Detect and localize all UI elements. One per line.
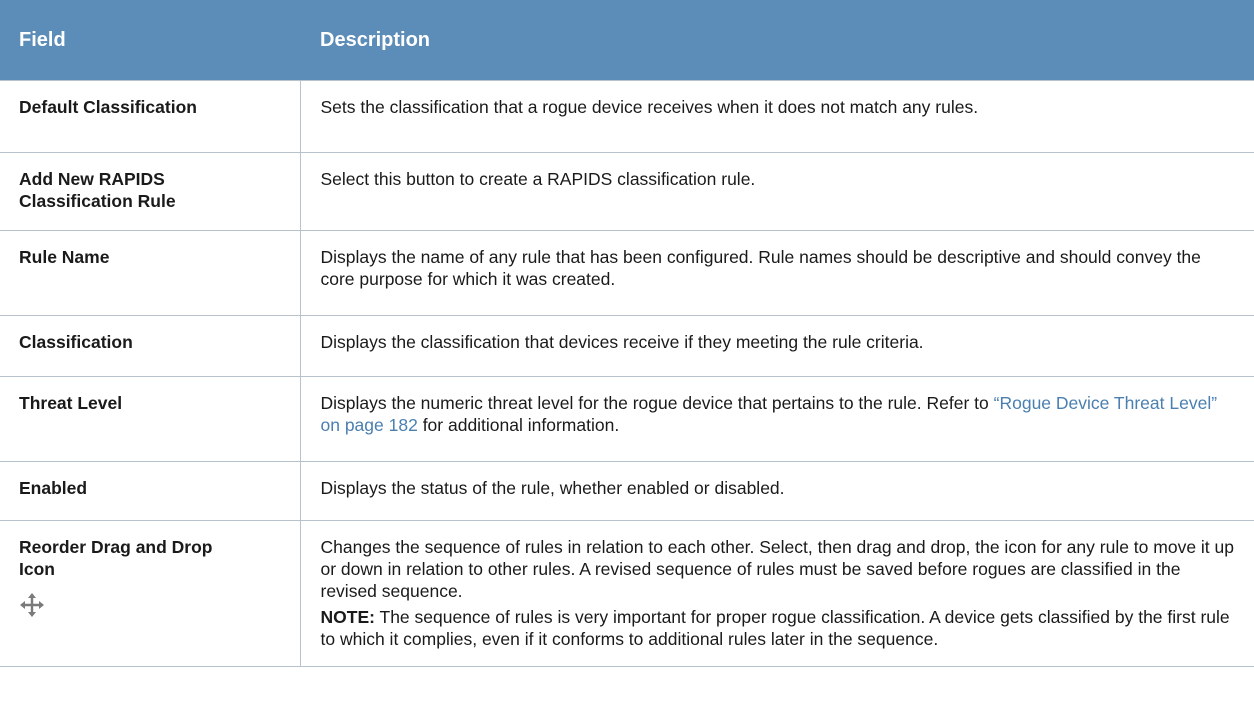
field-label-line: Icon [19, 559, 55, 579]
note-label: NOTE: [320, 607, 375, 627]
field-description-table: Field Description Default Classification… [0, 0, 1254, 667]
field-cell: Rule Name [0, 230, 301, 316]
field-label-line: Reorder Drag and Drop [19, 537, 213, 557]
field-cell: Add New RAPIDS Classification Rule [0, 152, 301, 231]
field-cell: Classification [0, 315, 301, 377]
table-row: Add New RAPIDS Classification Rule Selec… [0, 152, 1254, 231]
description-cell: Sets the classification that a rogue dev… [299, 80, 1254, 153]
description-text: Changes the sequence of rules in relatio… [320, 537, 1235, 601]
description-text: Displays the numeric threat level for th… [320, 393, 994, 413]
description-column-header: Description [300, 0, 1254, 81]
description-cell: Displays the numeric threat level for th… [299, 376, 1254, 462]
note-paragraph: NOTE: The sequence of rules is very impo… [321, 606, 1240, 650]
table-row: Classification Displays the classificati… [0, 315, 1254, 377]
table-row: Enabled Displays the status of the rule,… [0, 461, 1254, 521]
table-row: Default Classification Sets the classifi… [0, 80, 1254, 153]
description-cell: Displays the name of any rule that has b… [299, 230, 1254, 316]
move-arrows-icon [20, 593, 44, 617]
table-header-row: Field Description [0, 0, 1254, 81]
field-cell: Default Classification [0, 80, 301, 153]
table-row: Reorder Drag and Drop Icon Changes the s… [0, 520, 1254, 667]
field-cell: Enabled [0, 461, 301, 521]
field-cell: Reorder Drag and Drop Icon [0, 520, 301, 667]
description-cell: Displays the status of the rule, whether… [299, 461, 1254, 521]
note-text: The sequence of rules is very important … [320, 607, 1230, 649]
field-label-line: Add New RAPIDS [19, 169, 165, 189]
description-cell: Changes the sequence of rules in relatio… [299, 520, 1254, 667]
table-row: Threat Level Displays the numeric threat… [0, 376, 1254, 462]
description-cell: Displays the classification that devices… [299, 315, 1254, 377]
field-column-header: Field [0, 0, 300, 81]
description-text: for additional information. [417, 415, 620, 435]
field-cell: Threat Level [0, 376, 301, 462]
field-label-line: Classification Rule [19, 191, 176, 211]
table-row: Rule Name Displays the name of any rule … [0, 230, 1254, 316]
description-cell: Select this button to create a RAPIDS cl… [299, 152, 1254, 231]
